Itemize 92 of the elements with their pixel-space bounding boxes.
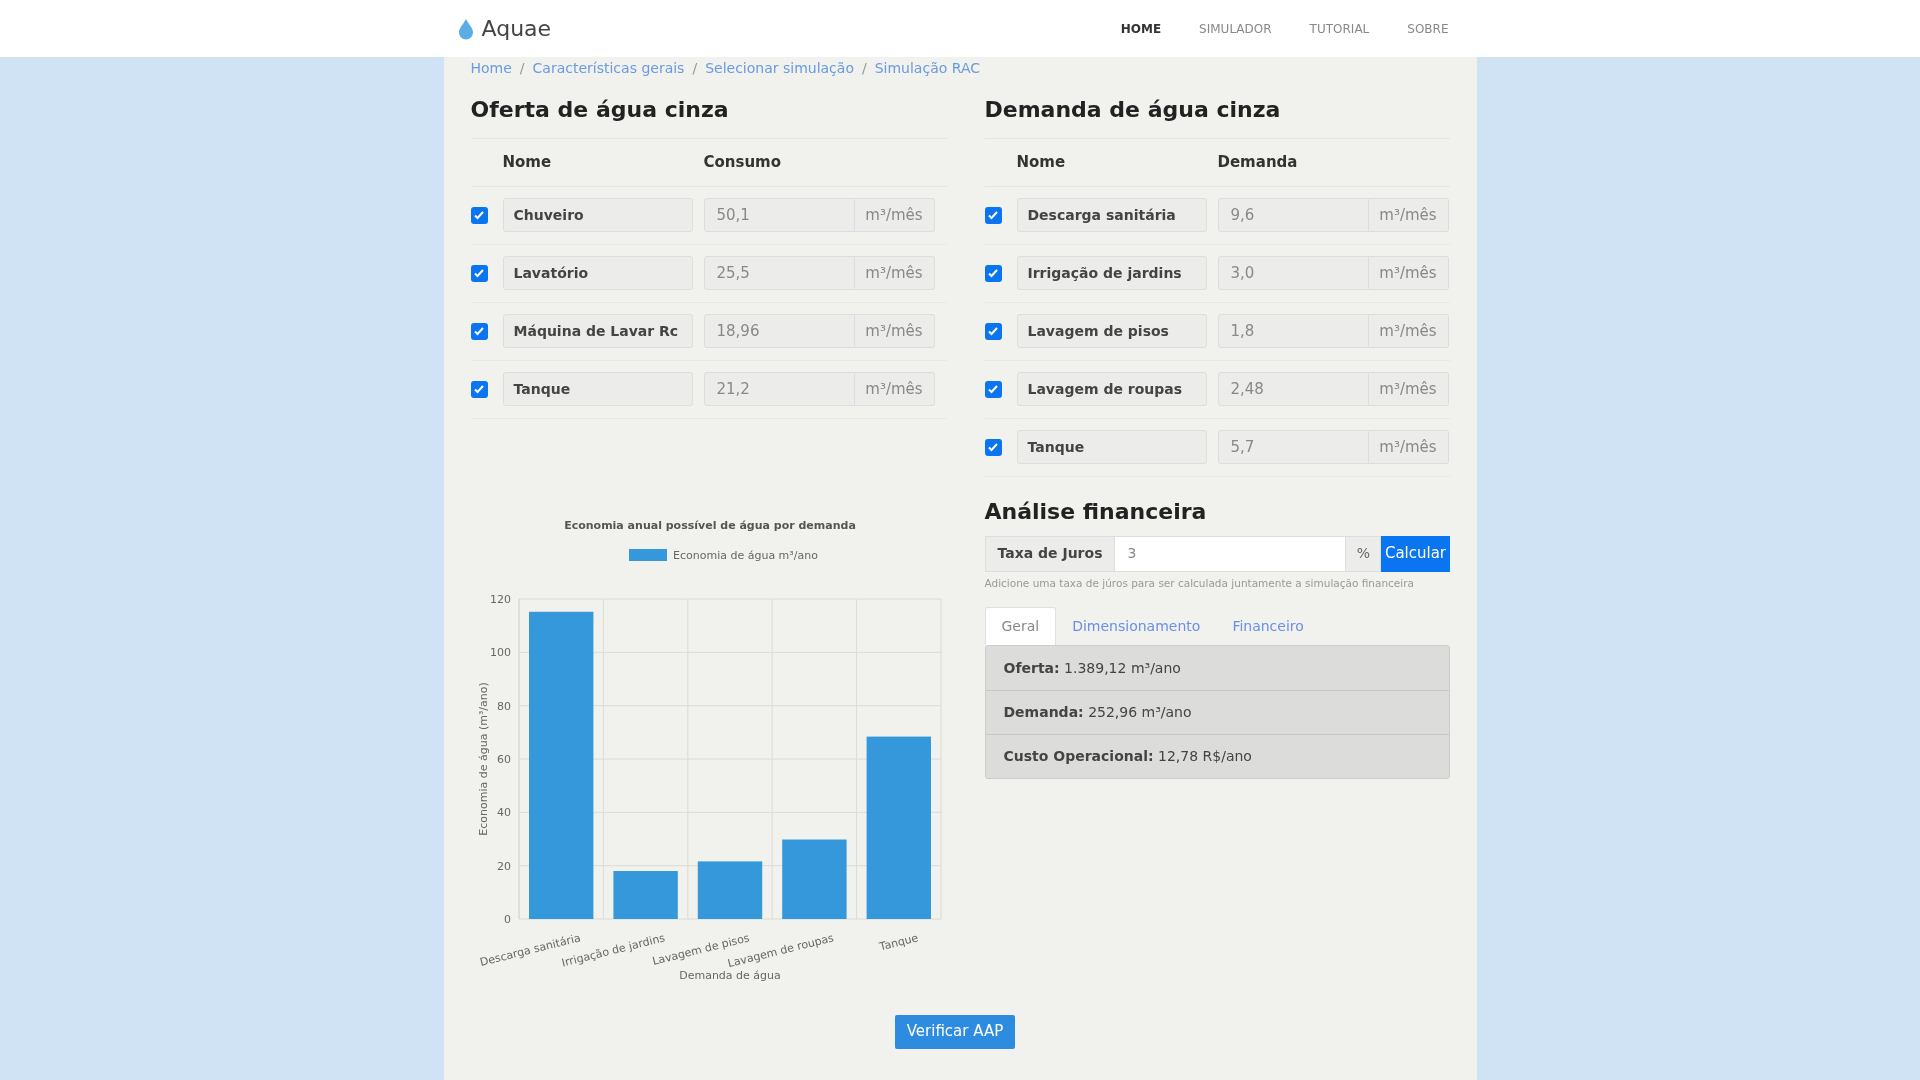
rate-label: Taxa de Juros: [984, 535, 1116, 572]
section-title: Demanda de água cinza: [984, 93, 1450, 139]
value-field[interactable]: 50,1: [703, 198, 855, 232]
nav-link[interactable]: TUTORIAL: [1309, 19, 1370, 38]
y-tick-label: 60: [496, 752, 511, 766]
checkmark-icon: [473, 267, 485, 279]
value-field[interactable]: 1,8: [1217, 314, 1369, 348]
bar: [697, 860, 762, 919]
y-tick-label: 20: [496, 859, 511, 873]
y-tick-label: 40: [496, 805, 511, 819]
name-field[interactable]: Lavatório: [502, 256, 693, 290]
water-drop-icon: [457, 17, 474, 40]
value-field[interactable]: 2,48: [1217, 372, 1369, 406]
tab[interactable]: Financeiro: [1216, 607, 1320, 646]
value-field[interactable]: 9,6: [1217, 198, 1369, 232]
checkbox[interactable]: [470, 380, 488, 398]
value-field[interactable]: 3,0: [1217, 256, 1369, 290]
checkbox[interactable]: [984, 438, 1002, 456]
nav-link[interactable]: SOBRE: [1407, 19, 1449, 38]
column-header: Consumo: [703, 152, 782, 173]
unit-label: m³/mês: [854, 256, 935, 290]
unit-label: m³/mês: [854, 372, 935, 406]
checkbox[interactable]: [984, 380, 1002, 398]
legend-swatch: [628, 548, 667, 561]
checkmark-icon: [473, 383, 485, 395]
name-field[interactable]: Descarga sanitária: [1016, 198, 1207, 232]
help-text: Adicione uma taxa de júros para ser calculada juntamente a simulação financeira: [984, 575, 1415, 591]
checkbox[interactable]: [984, 322, 1002, 340]
value-field[interactable]: 21,2: [703, 372, 855, 406]
nav-link[interactable]: SIMULADOR: [1199, 19, 1272, 38]
breadcrumb-separator: /: [861, 58, 867, 78]
legend-label: Economia de água m³/ano: [672, 548, 818, 562]
breadcrumb-link[interactable]: Simulação RAC: [874, 57, 980, 79]
checkbox[interactable]: [984, 264, 1002, 282]
value-field[interactable]: 25,5: [703, 256, 855, 290]
checkmark-icon: [987, 325, 999, 337]
checkmark-icon: [987, 209, 999, 221]
section-title: Oferta de água cinza: [470, 93, 947, 139]
result-text: Custo Operacional: 12,78 R$/ano: [1003, 747, 1252, 767]
column-header: Nome: [502, 152, 553, 173]
x-tick-label: Tanque: [877, 930, 920, 953]
rate-field[interactable]: 3: [1115, 535, 1346, 572]
unit-label: m³/mês: [854, 314, 935, 348]
result-text: Demanda: 252,96 m³/ano: [1003, 703, 1192, 723]
value-field[interactable]: 18,96: [703, 314, 855, 348]
breadcrumb-link[interactable]: Home: [470, 57, 512, 79]
y-tick-label: 0: [503, 912, 511, 926]
breadcrumb-link[interactable]: Características gerais: [532, 57, 685, 79]
name-field[interactable]: Chuveiro: [502, 198, 693, 232]
nav-link[interactable]: HOME: [1120, 19, 1162, 38]
result-text: Oferta: 1.389,12 m³/ano: [1003, 658, 1181, 678]
name-field[interactable]: Lavagem de pisos: [1016, 314, 1207, 348]
name-field[interactable]: Irrigação de jardins: [1016, 256, 1207, 290]
value-field[interactable]: 5,7: [1217, 430, 1369, 464]
unit-label: m³/mês: [1368, 372, 1449, 406]
tab[interactable]: Geral: [984, 607, 1057, 646]
bar: [612, 870, 678, 919]
unit-label: m³/mês: [1368, 198, 1449, 232]
name-field[interactable]: Lavagem de roupas: [1016, 372, 1207, 406]
unit-label: m³/mês: [1368, 430, 1449, 464]
unit-label: m³/mês: [1368, 256, 1449, 290]
checkbox[interactable]: [984, 206, 1002, 224]
checkbox[interactable]: [470, 322, 488, 340]
checkmark-icon: [987, 267, 999, 279]
unit-label: m³/mês: [854, 198, 935, 232]
name-field[interactable]: Máquina de Lavar Rc: [502, 314, 693, 348]
percent-label: %: [1345, 535, 1382, 572]
y-tick-label: 100: [489, 645, 511, 659]
unit-label: m³/mês: [1368, 314, 1449, 348]
checkmark-icon: [987, 441, 999, 453]
column-header: Demanda: [1217, 152, 1298, 173]
x-axis-title: Demanda de água: [678, 968, 781, 982]
section-title: Análise financeira: [984, 497, 1208, 526]
checkbox[interactable]: [470, 264, 488, 282]
column-header: Nome: [1016, 152, 1067, 173]
checkmark-icon: [987, 383, 999, 395]
y-axis-title: Economia de água (m³/ano): [476, 681, 490, 836]
breadcrumb-separator: /: [692, 58, 698, 78]
y-tick-label: 80: [496, 699, 511, 713]
breadcrumb-separator: /: [519, 58, 525, 78]
chart-title: Economia anual possível de água por demanda: [563, 518, 856, 532]
name-field[interactable]: Tanque: [502, 372, 693, 406]
y-tick-label: 120: [489, 592, 511, 606]
name-field[interactable]: Tanque: [1016, 430, 1207, 464]
breadcrumb-link[interactable]: Selecionar simulação: [705, 57, 854, 79]
calculate-button[interactable]: Calcular: [1381, 535, 1450, 572]
verify-button[interactable]: Verificar AAP: [894, 1014, 1016, 1049]
checkbox[interactable]: [470, 206, 488, 224]
brand-logo[interactable]: Aquae: [481, 12, 552, 45]
checkmark-icon: [473, 209, 485, 221]
tab[interactable]: Dimensionamento: [1056, 607, 1217, 646]
checkmark-icon: [473, 325, 485, 337]
